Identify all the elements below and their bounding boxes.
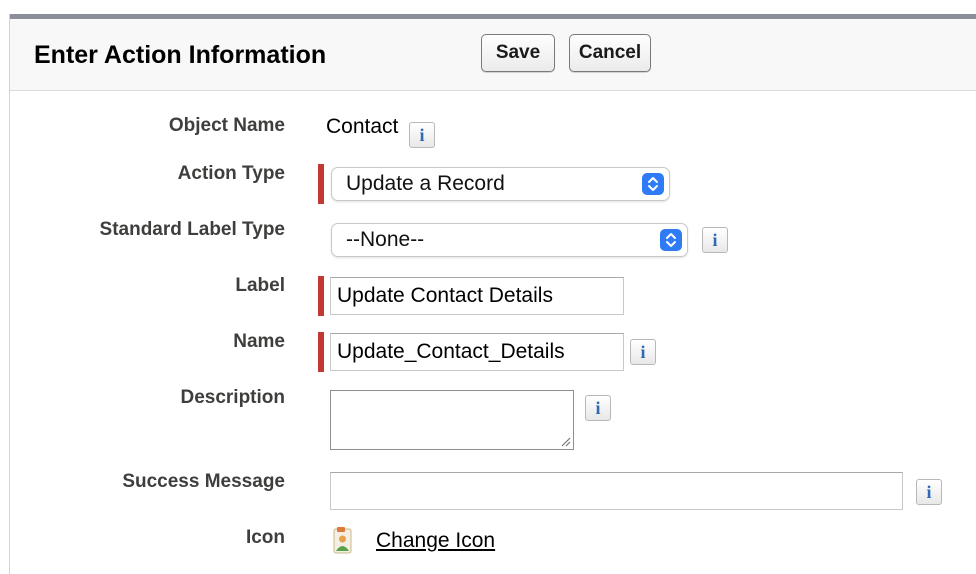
label-field-label: Label [235, 275, 285, 296]
description-label: Description [180, 387, 285, 408]
required-indicator [318, 164, 324, 204]
action-type-label: Action Type [177, 163, 285, 184]
page-header: Enter Action Information Save Cancel [10, 19, 976, 91]
updown-chevron-icon [660, 229, 682, 251]
updown-chevron-icon [642, 173, 664, 195]
success-message-label: Success Message [122, 471, 285, 492]
info-icon[interactable]: i [916, 479, 942, 505]
info-icon[interactable]: i [409, 122, 435, 148]
label-input[interactable]: Update Contact Details [330, 277, 624, 315]
name-input[interactable]: Update_Contact_Details [330, 333, 624, 371]
required-indicator [318, 332, 324, 372]
contact-record-icon [333, 527, 352, 554]
standard-label-type-select[interactable]: --None-- [331, 223, 688, 257]
resize-grip-icon[interactable] [559, 435, 571, 447]
info-icon[interactable]: i [630, 339, 656, 365]
left-border [9, 14, 10, 574]
standard-label-type-selected-value: --None-- [346, 228, 425, 251]
icon-field-label: Icon [245, 527, 285, 548]
info-icon[interactable]: i [702, 227, 728, 253]
required-indicator [318, 276, 324, 316]
object-name-value: Contact [326, 115, 399, 138]
change-icon-link[interactable]: Change Icon [376, 529, 495, 553]
standard-label-type-label: Standard Label Type [99, 219, 285, 240]
save-button[interactable]: Save [481, 34, 555, 72]
page-title: Enter Action Information [34, 41, 327, 69]
description-textarea[interactable] [330, 390, 574, 450]
action-type-selected-value: Update a Record [346, 172, 505, 195]
success-message-input[interactable] [330, 472, 903, 510]
object-name-label: Object Name [168, 115, 285, 136]
info-icon[interactable]: i [585, 395, 611, 421]
action-type-select[interactable]: Update a Record [331, 167, 670, 201]
cancel-button[interactable]: Cancel [569, 34, 651, 72]
name-field-label: Name [233, 331, 285, 352]
